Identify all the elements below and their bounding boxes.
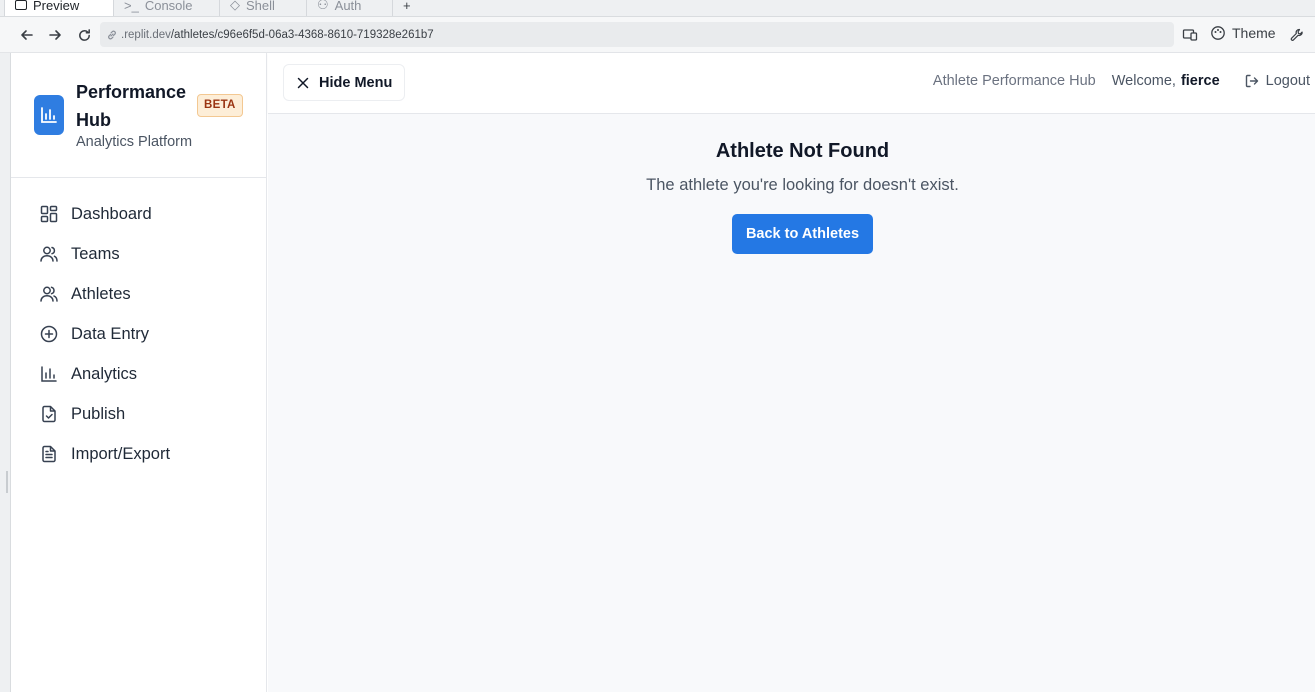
palette-icon	[1211, 26, 1225, 40]
tab-shell[interactable]: ◇ Shell	[220, 0, 307, 16]
sidebar-item-label: Dashboard	[71, 204, 152, 223]
theme-button[interactable]: Theme	[1210, 25, 1276, 41]
plus-icon: +	[403, 0, 411, 13]
username: fierce	[1180, 73, 1220, 89]
sidebar-item-label: Import/Export	[71, 444, 171, 463]
devices-icon	[1182, 29, 1198, 41]
monitor-icon	[15, 0, 27, 10]
sidebar-item-data-entry[interactable]: Data Entry	[11, 314, 266, 354]
sidebar-item-label: Athletes	[71, 284, 131, 303]
file-check-icon	[42, 405, 56, 423]
tab-label: Shell	[246, 0, 275, 13]
sidebar-item-label: Data Entry	[71, 324, 149, 343]
url-path: /athletes/c96e6f5d-06a3-4368-8610-719328…	[170, 28, 434, 41]
bar-chart-icon	[41, 366, 57, 382]
address-bar: .replit.dev/athletes/c96e6f5d-06a3-4368-…	[0, 17, 1315, 53]
shell-icon: ◇	[230, 0, 240, 12]
beta-badge: BETA	[197, 94, 243, 117]
sidebar-item-athletes[interactable]: Athletes	[11, 274, 266, 314]
tab-label: Auth	[334, 0, 362, 13]
tab-preview[interactable]: Preview	[4, 0, 114, 16]
logout-icon	[1245, 74, 1258, 88]
close-icon	[297, 77, 309, 88]
url-domain: .replit.dev	[121, 28, 171, 41]
sidebar-item-label: Publish	[71, 404, 126, 423]
hide-menu-button[interactable]: Hide Menu	[283, 64, 406, 101]
link-icon	[108, 30, 116, 39]
sidebar-item-import-export[interactable]: Import/Export	[11, 434, 266, 474]
sidebar-item-teams[interactable]: Teams	[11, 234, 266, 274]
logout-button[interactable]: Logout	[1244, 73, 1310, 89]
sidebar-item-label: Teams	[71, 244, 120, 263]
brand-title: Performance Hub	[76, 82, 187, 130]
brand-block: Performance Hub BETA Analytics Platform	[11, 53, 266, 178]
arrow-left-icon	[21, 30, 33, 40]
file-text-icon	[42, 445, 56, 463]
sidebar: Performance Hub BETA Analytics Platform …	[11, 53, 267, 692]
logo	[34, 95, 64, 135]
new-tab-button[interactable]: +	[393, 0, 423, 16]
terminal-icon: >_	[124, 0, 139, 13]
sidebar-item-dashboard[interactable]: Dashboard	[11, 194, 266, 234]
sidebar-item-analytics[interactable]: Analytics	[11, 354, 266, 394]
devices-button[interactable]	[1182, 27, 1198, 48]
tab-label: Console	[144, 0, 193, 13]
plus-circle-icon	[40, 325, 58, 343]
wrench-icon	[1290, 28, 1303, 41]
dashboard-icon	[40, 205, 58, 223]
not-found-message: The athlete you're looking for doesn't e…	[646, 176, 959, 194]
back-nav-button[interactable]	[18, 26, 36, 44]
header-user-area: Athlete Performance Hub Welcome, fierce …	[933, 73, 1310, 89]
arrow-right-icon	[49, 30, 61, 40]
user-icon: ⚇	[317, 0, 329, 12]
page-title: Athlete Not Found	[715, 140, 890, 162]
logout-label: Logout	[1265, 73, 1310, 89]
app-name: Athlete Performance Hub	[932, 73, 1096, 89]
tab-auth[interactable]: ⚇ Auth	[307, 0, 393, 16]
tab-console[interactable]: >_ Console	[114, 0, 220, 16]
brand-subtitle: Analytics Platform	[76, 134, 193, 150]
users-icon	[40, 246, 58, 262]
theme-label: Theme	[1232, 25, 1276, 41]
back-to-athletes-button[interactable]: Back to Athletes	[732, 214, 873, 254]
url-input[interactable]: .replit.dev/athletes/c96e6f5d-06a3-4368-…	[100, 22, 1174, 47]
sidebar-nav: Dashboard Teams Athletes Data Entry Anal…	[11, 194, 266, 474]
welcome-text: Welcome,	[1111, 73, 1176, 89]
hide-menu-label: Hide Menu	[319, 74, 393, 91]
tab-label: Preview	[33, 0, 80, 13]
top-header: Hide Menu Athlete Performance Hub Welcom…	[268, 53, 1315, 114]
sidebar-item-label: Analytics	[71, 364, 138, 383]
main-content: Athlete Not Found The athlete you're loo…	[268, 114, 1315, 692]
browser-tab-strip: Preview >_ Console ◇ Shell ⚇ Auth +	[0, 0, 1315, 17]
forward-nav-button[interactable]	[46, 26, 64, 44]
resize-handle[interactable]	[6, 471, 8, 493]
sidebar-item-publish[interactable]: Publish	[11, 394, 266, 434]
pane-gutter	[0, 53, 11, 692]
user-group-icon	[40, 286, 58, 302]
devtools-button[interactable]	[1289, 27, 1305, 48]
bar-chart-icon	[41, 107, 57, 123]
reload-icon	[78, 28, 90, 41]
reload-button[interactable]	[75, 26, 93, 44]
